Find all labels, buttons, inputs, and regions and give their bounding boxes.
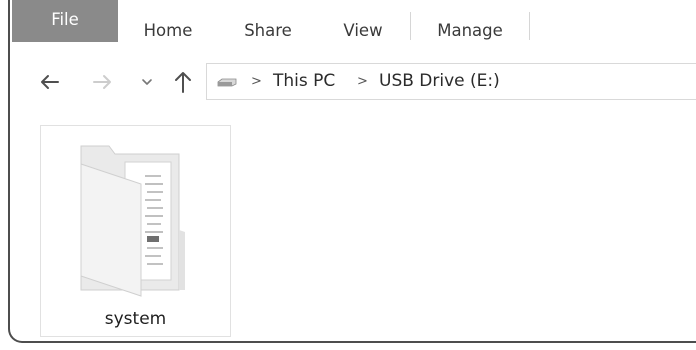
usb-drive-icon xyxy=(217,78,237,87)
breadcrumb-this-pc[interactable]: This PC xyxy=(273,64,335,99)
tab-file-label: File xyxy=(51,10,79,29)
tab-view-label: View xyxy=(343,21,383,40)
tab-home-label: Home xyxy=(143,21,193,40)
tab-home[interactable]: Home xyxy=(130,10,206,52)
tab-manage-label: Manage xyxy=(437,21,503,40)
left-arrow-icon xyxy=(41,75,59,89)
tab-share-label: Share xyxy=(244,21,292,40)
right-arrow-icon xyxy=(93,75,111,89)
chevron-down-icon xyxy=(142,79,152,85)
up-button[interactable] xyxy=(170,70,196,94)
folder-icon xyxy=(80,145,185,297)
tab-separator xyxy=(410,12,411,40)
breadcrumb-separator[interactable]: > xyxy=(251,64,262,99)
recent-locations-button[interactable] xyxy=(138,70,156,94)
file-list: system xyxy=(10,108,696,341)
breadcrumb-separator[interactable]: > xyxy=(357,64,368,99)
tab-manage[interactable]: Manage xyxy=(424,10,516,52)
navigation-bar: > This PC > USB Drive (E:) xyxy=(10,52,696,108)
folder-name: system xyxy=(104,309,167,329)
explorer-window: File Home Share View Manage > This PC > … xyxy=(8,0,696,343)
tab-view[interactable]: View xyxy=(330,10,396,52)
tab-separator xyxy=(529,12,530,40)
up-arrow-icon xyxy=(175,72,191,93)
ribbon: File Home Share View Manage xyxy=(10,0,696,53)
tab-file[interactable]: File xyxy=(12,0,118,42)
list-item[interactable]: system xyxy=(40,125,231,337)
breadcrumb-usb-drive[interactable]: USB Drive (E:) xyxy=(379,64,500,99)
forward-button[interactable] xyxy=(90,70,116,94)
address-bar[interactable]: > This PC > USB Drive (E:) xyxy=(206,63,696,100)
back-button[interactable] xyxy=(36,70,62,94)
tab-share[interactable]: Share xyxy=(232,10,304,52)
